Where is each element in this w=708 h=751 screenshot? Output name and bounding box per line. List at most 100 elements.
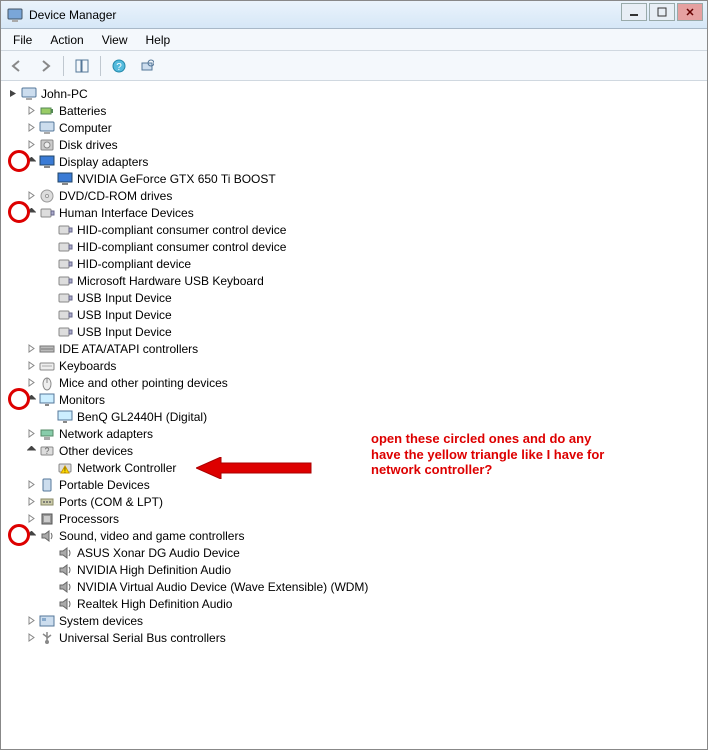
tree-label[interactable]: IDE ATA/ATAPI controllers xyxy=(59,342,198,356)
expand-icon[interactable] xyxy=(25,122,37,134)
tree-node[interactable]: Processors xyxy=(3,510,705,527)
menu-help[interactable]: Help xyxy=(138,31,179,49)
tree-label[interactable]: Mice and other pointing devices xyxy=(59,376,228,390)
tree-label[interactable]: Realtek High Definition Audio xyxy=(77,597,232,611)
minimize-button[interactable] xyxy=(621,3,647,21)
expand-icon[interactable] xyxy=(25,156,37,168)
tree-node[interactable]: NVIDIA Virtual Audio Device (Wave Extens… xyxy=(3,578,705,595)
tree-node[interactable]: Universal Serial Bus controllers xyxy=(3,629,705,646)
tree-node[interactable]: Batteries xyxy=(3,102,705,119)
tree-label[interactable]: USB Input Device xyxy=(77,325,172,339)
tree-node[interactable]: !Network Controller xyxy=(3,459,705,476)
tree-label[interactable]: Display adapters xyxy=(59,155,148,169)
tree-label[interactable]: Microsoft Hardware USB Keyboard xyxy=(77,274,264,288)
tree-node[interactable]: Ports (COM & LPT) xyxy=(3,493,705,510)
help-button[interactable]: ? xyxy=(107,54,131,78)
tree-node[interactable]: IDE ATA/ATAPI controllers xyxy=(3,340,705,357)
maximize-button[interactable] xyxy=(649,3,675,21)
show-hide-tree-button[interactable] xyxy=(70,54,94,78)
tree-node[interactable]: NVIDIA High Definition Audio xyxy=(3,561,705,578)
tree-label[interactable]: Computer xyxy=(59,121,112,135)
menu-file[interactable]: File xyxy=(5,31,40,49)
tree-label[interactable]: Disk drives xyxy=(59,138,118,152)
tree-label[interactable]: BenQ GL2440H (Digital) xyxy=(77,410,207,424)
tree-node[interactable]: USB Input Device xyxy=(3,289,705,306)
forward-button[interactable] xyxy=(33,54,57,78)
tree-node[interactable]: HID-compliant device xyxy=(3,255,705,272)
tree-node[interactable]: Realtek High Definition Audio xyxy=(3,595,705,612)
tree-label[interactable]: Keyboards xyxy=(59,359,116,373)
expand-icon[interactable] xyxy=(25,105,37,117)
tree-label[interactable]: NVIDIA Virtual Audio Device (Wave Extens… xyxy=(77,580,368,594)
expand-icon[interactable] xyxy=(25,394,37,406)
expand-icon[interactable] xyxy=(25,377,37,389)
tree-node[interactable]: USB Input Device xyxy=(3,306,705,323)
tree-label[interactable]: Sound, video and game controllers xyxy=(59,529,244,543)
expand-icon[interactable] xyxy=(25,496,37,508)
tree-node[interactable]: Display adapters xyxy=(3,153,705,170)
tree-label[interactable]: HID-compliant consumer control device xyxy=(77,240,286,254)
device-tree[interactable]: John-PC Batteries Computer Disk drives Disp… xyxy=(1,81,707,751)
menu-view[interactable]: View xyxy=(94,31,136,49)
tree-node[interactable]: Microsoft Hardware USB Keyboard xyxy=(3,272,705,289)
collapse-icon[interactable] xyxy=(7,88,19,100)
tree-label[interactable]: Ports (COM & LPT) xyxy=(59,495,163,509)
tree-node[interactable]: Keyboards xyxy=(3,357,705,374)
back-button[interactable] xyxy=(5,54,29,78)
tree-node[interactable]: Disk drives xyxy=(3,136,705,153)
tree-node[interactable]: BenQ GL2440H (Digital) xyxy=(3,408,705,425)
expand-icon[interactable] xyxy=(25,207,37,219)
tree-label[interactable]: HID-compliant device xyxy=(77,257,191,271)
tree-node[interactable]: Sound, video and game controllers xyxy=(3,527,705,544)
tree-label[interactable]: Human Interface Devices xyxy=(59,206,194,220)
tree-node[interactable]: HID-compliant consumer control device xyxy=(3,238,705,255)
tree-label[interactable]: DVD/CD-ROM drives xyxy=(59,189,172,203)
tree-node[interactable]: ?Other devices xyxy=(3,442,705,459)
expand-icon[interactable] xyxy=(25,513,37,525)
tree-label[interactable]: Monitors xyxy=(59,393,105,407)
tree-node[interactable]: NVIDIA GeForce GTX 650 Ti BOOST xyxy=(3,170,705,187)
toolbar-divider xyxy=(100,56,101,76)
tree-label[interactable]: ASUS Xonar DG Audio Device xyxy=(77,546,240,560)
scan-button[interactable] xyxy=(135,54,159,78)
expand-icon[interactable] xyxy=(25,445,37,457)
tree-node[interactable]: Mice and other pointing devices xyxy=(3,374,705,391)
expand-icon[interactable] xyxy=(25,615,37,627)
tree-label[interactable]: Batteries xyxy=(59,104,106,118)
tree-label[interactable]: System devices xyxy=(59,614,143,628)
tree-node[interactable]: Network adapters xyxy=(3,425,705,442)
tree-root[interactable]: John-PC xyxy=(3,85,705,102)
tree-label[interactable]: Other devices xyxy=(59,444,133,458)
tree-label[interactable]: HID-compliant consumer control device xyxy=(77,223,286,237)
tree-label[interactable]: Network adapters xyxy=(59,427,153,441)
expand-icon[interactable] xyxy=(25,428,37,440)
expand-icon[interactable] xyxy=(25,139,37,151)
tree-label[interactable]: USB Input Device xyxy=(77,308,172,322)
tree-label[interactable]: NVIDIA High Definition Audio xyxy=(77,563,231,577)
tree-node[interactable]: Computer xyxy=(3,119,705,136)
expand-icon[interactable] xyxy=(25,343,37,355)
tree-node[interactable]: Human Interface Devices xyxy=(3,204,705,221)
tree-label[interactable]: NVIDIA GeForce GTX 650 Ti BOOST xyxy=(77,172,276,186)
tree-label[interactable]: Processors xyxy=(59,512,119,526)
tree-node[interactable]: System devices xyxy=(3,612,705,629)
tree-node[interactable]: USB Input Device xyxy=(3,323,705,340)
expand-icon[interactable] xyxy=(25,479,37,491)
tree-node[interactable]: Portable Devices xyxy=(3,476,705,493)
close-button[interactable] xyxy=(677,3,703,21)
tree-node[interactable]: Monitors xyxy=(3,391,705,408)
tree-label[interactable]: Universal Serial Bus controllers xyxy=(59,631,226,645)
tree-node[interactable]: DVD/CD-ROM drives xyxy=(3,187,705,204)
expand-icon[interactable] xyxy=(25,360,37,372)
tree-label[interactable]: USB Input Device xyxy=(77,291,172,305)
expand-icon[interactable] xyxy=(25,530,37,542)
tree-label[interactable]: Portable Devices xyxy=(59,478,150,492)
root-label[interactable]: John-PC xyxy=(41,87,88,101)
sound-icon xyxy=(57,545,73,561)
expand-icon[interactable] xyxy=(25,190,37,202)
tree-label[interactable]: Network Controller xyxy=(77,461,176,475)
tree-node[interactable]: HID-compliant consumer control device xyxy=(3,221,705,238)
tree-node[interactable]: ASUS Xonar DG Audio Device xyxy=(3,544,705,561)
expand-icon[interactable] xyxy=(25,632,37,644)
menu-action[interactable]: Action xyxy=(42,31,91,49)
